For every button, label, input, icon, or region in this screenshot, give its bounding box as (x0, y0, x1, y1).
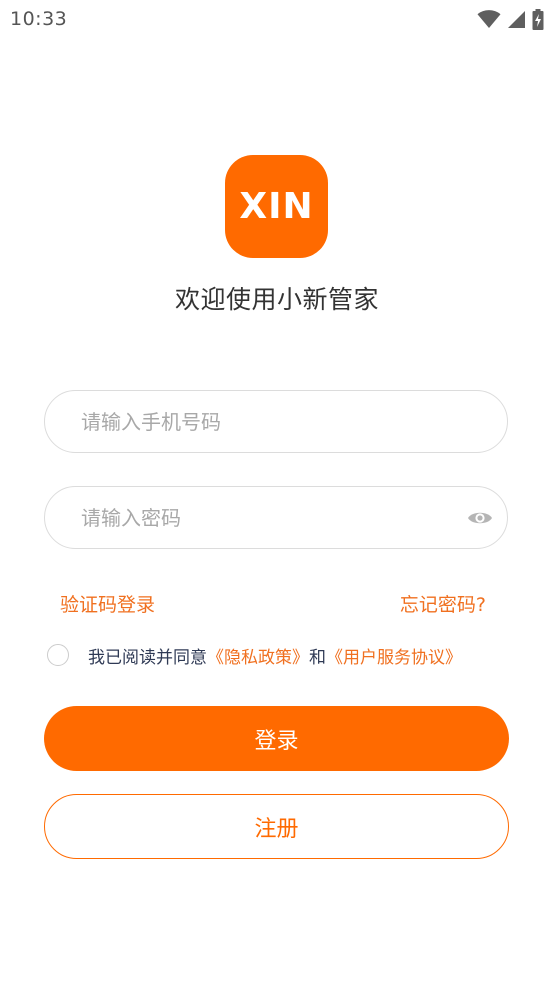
battery-charging-icon (532, 8, 544, 30)
eye-icon[interactable] (467, 506, 493, 530)
agreement-text: 我已阅读并同意《隐私政策》和《用户服务协议》 (88, 643, 462, 668)
privacy-policy-link[interactable]: 《隐私政策》 (207, 648, 309, 668)
register-button[interactable]: 注册 (44, 794, 509, 859)
login-button[interactable]: 登录 (44, 706, 509, 771)
forgot-password-link[interactable]: 忘记密码? (400, 590, 486, 617)
agreement-checkbox[interactable] (47, 644, 69, 666)
status-time: 10:33 (10, 8, 68, 30)
app-logo: XIN (225, 155, 328, 258)
wifi-icon (477, 9, 501, 29)
page-title: 欢迎使用小新管家 (174, 285, 379, 314)
password-field (44, 486, 508, 549)
phone-input[interactable] (81, 391, 441, 452)
sms-login-link[interactable]: 验证码登录 (60, 590, 155, 617)
agreement-row: 我已阅读并同意《隐私政策》和《用户服务协议》 (47, 642, 462, 668)
password-input[interactable] (81, 487, 441, 548)
app-logo-text: XIN (239, 186, 314, 227)
agreement-conjunction: 和 (309, 647, 326, 668)
cellular-signal-icon (507, 10, 526, 29)
phone-field (44, 390, 508, 453)
status-icons (477, 8, 544, 30)
user-agreement-link[interactable]: 《用户服务协议》 (326, 648, 462, 668)
agreement-prefix: 我已阅读并同意 (88, 647, 207, 668)
status-bar: 10:33 (0, 0, 554, 38)
